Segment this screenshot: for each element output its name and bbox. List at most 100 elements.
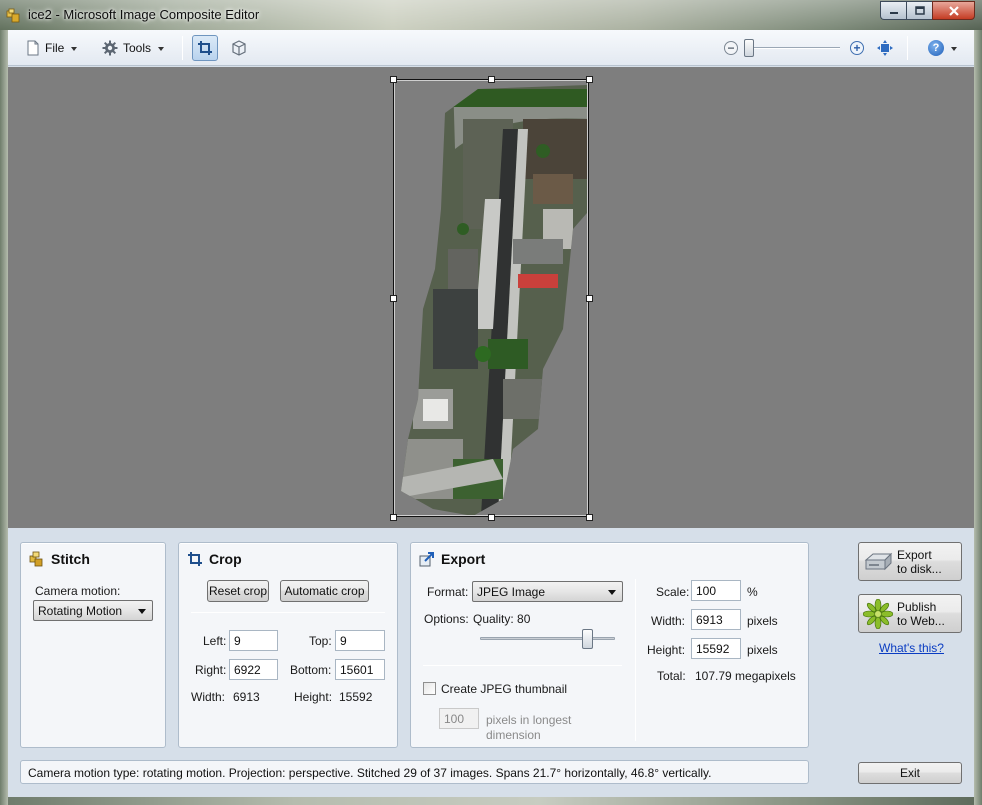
export-width-label: Width:	[651, 614, 686, 628]
thumbnail-pixels-label-line2: dimension	[486, 728, 541, 742]
quality-slider-thumb[interactable]	[582, 629, 593, 649]
window-frame-left	[0, 30, 8, 805]
format-select[interactable]: JPEG Image	[472, 581, 623, 602]
divider	[635, 579, 636, 741]
camera-motion-label: Camera motion:	[35, 584, 121, 598]
export-width-unit: pixels	[747, 614, 778, 628]
title-bar: ice2 - Microsoft Image Composite Editor	[0, 0, 982, 30]
window-title: ice2 - Microsoft Image Composite Editor	[28, 7, 260, 22]
document-icon	[27, 40, 39, 56]
export-panel: Export Format: JPEG Image Options: Quali…	[410, 542, 809, 748]
crop-handle-left[interactable]	[390, 295, 397, 302]
export-to-disk-button[interactable]: Export to disk...	[858, 542, 962, 581]
minimize-icon	[889, 11, 898, 14]
crop-top-label: Top:	[309, 634, 332, 648]
toolbar-separator	[907, 36, 908, 60]
export-width-input[interactable]: 6913	[691, 609, 741, 630]
stitch-panel: Stitch Camera motion: Rotating Motion	[20, 542, 166, 748]
close-button[interactable]	[932, 1, 975, 20]
publish-to-web-button[interactable]: Publish to Web...	[858, 594, 962, 633]
crop-title-label: Crop	[209, 551, 242, 567]
scale-unit: %	[747, 585, 758, 599]
crop-mode-button[interactable]	[192, 35, 218, 61]
crop-width-label: Width:	[191, 690, 226, 704]
cube-icon	[232, 40, 246, 56]
crop-handle-top-right[interactable]	[586, 76, 593, 83]
crop-right-input[interactable]: 6922	[229, 659, 278, 680]
reset-crop-button[interactable]: Reset crop	[207, 580, 269, 602]
export-height-label: Height:	[647, 643, 686, 657]
window-controls	[880, 1, 975, 20]
export-height-unit: pixels	[747, 643, 778, 657]
divider	[191, 612, 385, 613]
minimize-button[interactable]	[880, 1, 906, 20]
toolbar: File Tools − + ?	[8, 30, 974, 66]
chevron-down-icon	[138, 609, 146, 614]
fit-to-window-icon	[877, 40, 893, 56]
crop-handle-bottom[interactable]	[488, 514, 495, 521]
crop-rectangle[interactable]	[393, 79, 589, 517]
crop-bottom-input[interactable]: 15601	[335, 659, 385, 680]
camera-motion-select[interactable]: Rotating Motion	[33, 600, 153, 621]
toolbar-separator	[182, 36, 183, 60]
crop-width-value: 6913	[233, 690, 260, 704]
status-bar: Camera motion type: rotating motion. Pro…	[20, 760, 809, 784]
thumbnail-pixels-input[interactable]: 100	[439, 708, 479, 729]
create-thumbnail-label: Create JPEG thumbnail	[441, 682, 568, 696]
maximize-button[interactable]	[906, 1, 932, 20]
crop-title: Crop	[187, 551, 242, 567]
scale-input[interactable]: 100	[691, 580, 741, 601]
format-value: JPEG Image	[477, 585, 546, 599]
format-label: Format:	[427, 585, 469, 599]
help-menu[interactable]: ?	[928, 38, 957, 58]
export-title: Export	[419, 551, 485, 567]
quality-slider-track[interactable]	[480, 637, 615, 640]
crop-handle-bottom-left[interactable]	[390, 514, 397, 521]
maximize-icon	[914, 6, 925, 15]
export-to-disk-line1: Export	[897, 547, 932, 562]
zoom-slider-thumb[interactable]	[744, 39, 754, 57]
crop-handle-top[interactable]	[488, 76, 495, 83]
automatic-crop-button[interactable]: Automatic crop	[280, 580, 369, 602]
export-title-label: Export	[441, 551, 486, 567]
crop-icon	[188, 552, 202, 566]
create-thumbnail-checkbox[interactable]	[423, 682, 436, 695]
fit-to-window-button[interactable]	[877, 40, 893, 59]
tools-menu-label: Tools	[123, 41, 152, 55]
thumbnail-pixels-label-line1: pixels in longest	[486, 713, 572, 727]
crop-left-input[interactable]: 9	[229, 630, 278, 651]
whats-this-link[interactable]: What's this?	[879, 641, 944, 655]
close-icon	[948, 5, 959, 16]
zoom-in-icon[interactable]: +	[850, 41, 864, 55]
crop-handle-right[interactable]	[586, 295, 593, 302]
publish-line2: to Web...	[897, 613, 945, 628]
hard-disk-icon	[864, 552, 893, 570]
chevron-down-icon	[158, 46, 165, 51]
stitch-title: Stitch	[29, 551, 90, 567]
window-frame-right	[974, 30, 982, 805]
projection-mode-button[interactable]	[226, 35, 252, 61]
preview-canvas[interactable]	[8, 67, 974, 528]
export-height-input[interactable]: 15592	[691, 638, 741, 659]
file-menu-label: File	[45, 41, 65, 55]
publish-line1: Publish	[897, 599, 937, 614]
exit-button[interactable]: Exit	[858, 762, 962, 784]
zoom-out-icon[interactable]: −	[724, 41, 738, 55]
file-menu[interactable]: File	[26, 38, 78, 58]
zoom-slider-track[interactable]	[750, 47, 840, 49]
tools-menu[interactable]: Tools	[102, 38, 165, 58]
scale-label: Scale:	[656, 585, 690, 599]
chevron-down-icon	[608, 590, 616, 595]
stitch-title-label: Stitch	[51, 551, 90, 567]
crop-right-label: Right:	[195, 663, 227, 677]
options-label: Options:	[424, 612, 469, 626]
stitch-icon	[29, 551, 43, 567]
crop-handle-top-left[interactable]	[390, 76, 397, 83]
crop-bottom-label: Bottom:	[290, 663, 332, 677]
quality-label: Quality: 80	[473, 612, 531, 626]
crop-handle-bottom-right[interactable]	[586, 514, 593, 521]
crop-panel: Crop Reset crop Automatic crop Left: 9 T…	[178, 542, 398, 748]
crop-top-input[interactable]: 9	[335, 630, 385, 651]
crop-height-value: 15592	[339, 690, 373, 704]
chevron-down-icon	[951, 46, 957, 51]
